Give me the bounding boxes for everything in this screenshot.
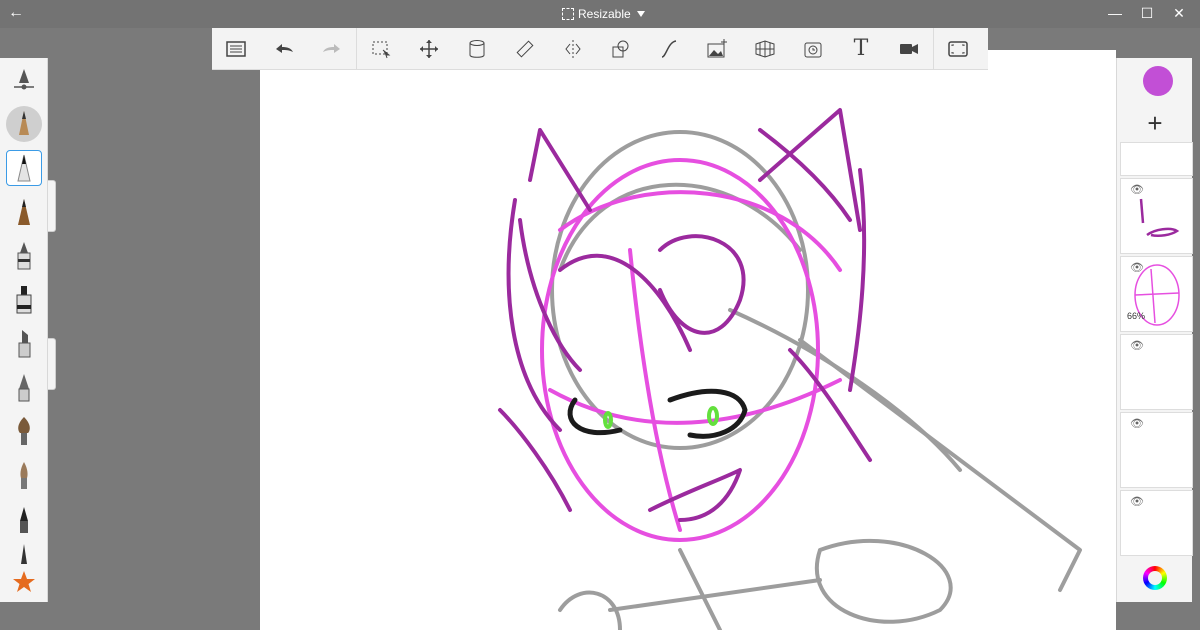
maximize-button[interactable]: ☐ — [1138, 4, 1156, 22]
canvas-mode-dropdown[interactable]: Resizable — [562, 6, 645, 22]
eye-icon[interactable]: 👁 — [1130, 495, 1144, 508]
add-image-icon[interactable] — [693, 28, 741, 70]
palette-tab-handle[interactable] — [48, 338, 56, 390]
favorite-star-icon[interactable] — [6, 568, 42, 596]
canvas-mode-label: Resizable — [578, 7, 631, 21]
paintbrush-icon[interactable] — [6, 414, 42, 450]
layer-thumbnail[interactable]: 👁 — [1120, 412, 1193, 488]
shapes-icon[interactable] — [597, 28, 645, 70]
ruler-icon[interactable] — [501, 28, 549, 70]
ink-pen-icon[interactable] — [6, 502, 42, 538]
time-lapse-icon[interactable] — [789, 28, 837, 70]
palette-tab-handle[interactable] — [48, 180, 56, 232]
ballpoint-pen-icon[interactable] — [6, 238, 42, 274]
eye-icon[interactable]: 👁 — [1130, 417, 1144, 430]
add-layer-button[interactable]: + — [1117, 108, 1193, 140]
hard-pencil-icon[interactable] — [6, 194, 42, 230]
brush-palette — [0, 58, 48, 602]
marker-icon[interactable] — [6, 282, 42, 318]
transform-icon[interactable] — [405, 28, 453, 70]
layer-thumbnail[interactable]: 👁 — [1120, 490, 1193, 556]
perspective-icon[interactable] — [741, 28, 789, 70]
layer-thumbnail[interactable]: 👁 — [1120, 334, 1193, 410]
layer-thumbnail[interactable]: 👁 66% — [1120, 256, 1193, 332]
layers-panel: + 👁 👁 66% 👁 👁 👁 — [1116, 58, 1193, 602]
main-toolbar: T — [212, 27, 988, 70]
pencil-icon[interactable] — [6, 106, 42, 142]
sketch-artwork — [498, 108, 1082, 630]
list-icon[interactable] — [212, 28, 260, 70]
symmetry-icon[interactable] — [549, 28, 597, 70]
pencil-selected-icon[interactable] — [6, 150, 42, 186]
eye-icon[interactable]: 👁 — [1130, 261, 1144, 274]
brush-properties-icon[interactable] — [6, 62, 42, 98]
layer-thumbnail[interactable] — [1120, 142, 1193, 176]
drawing-canvas[interactable] — [260, 50, 1116, 630]
airbrush-icon[interactable] — [6, 370, 42, 406]
resizable-icon — [562, 8, 574, 20]
text-tool-label: T — [853, 36, 869, 61]
layer-thumbnail[interactable]: 👁 — [1120, 178, 1193, 254]
layer-opacity-label: 66% — [1127, 311, 1146, 321]
fill-icon[interactable] — [453, 28, 501, 70]
eye-icon[interactable]: 👁 — [1130, 183, 1144, 196]
title-bar: ← Resizable — ☐ ✕ — [0, 0, 1200, 28]
selection-icon[interactable] — [357, 28, 405, 70]
redo-icon[interactable] — [308, 28, 356, 70]
color-puck[interactable] — [1143, 66, 1173, 96]
chisel-marker-icon[interactable] — [6, 326, 42, 362]
curve-icon[interactable] — [645, 28, 693, 70]
soft-brush-icon[interactable] — [6, 458, 42, 494]
eye-icon[interactable]: 👁 — [1130, 339, 1144, 352]
fullscreen-icon[interactable] — [934, 28, 982, 70]
text-icon[interactable]: T — [837, 28, 885, 70]
color-wheel-icon[interactable] — [1143, 566, 1167, 590]
undo-icon[interactable] — [260, 28, 308, 70]
caret-down-icon — [636, 11, 645, 17]
fine-pen-icon[interactable] — [6, 542, 42, 566]
video-icon[interactable] — [885, 28, 933, 70]
close-button[interactable]: ✕ — [1170, 4, 1188, 22]
back-icon[interactable]: ← — [6, 3, 26, 23]
minimize-button[interactable]: — — [1106, 4, 1124, 22]
